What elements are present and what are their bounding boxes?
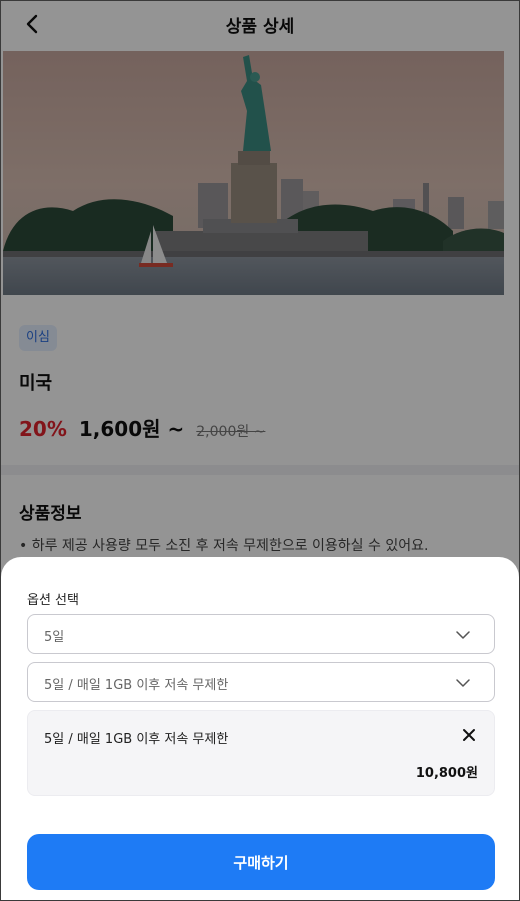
selected-option-label: 5일 / 매일 1GB 이후 저속 무제한 (44, 732, 229, 747)
plan-select[interactable]: 5일 / 매일 1GB 이후 저속 무제한 (27, 662, 495, 702)
plan-select-value: 5일 / 매일 1GB 이후 저속 무제한 (44, 678, 229, 693)
selected-option-card: 5일 / 매일 1GB 이후 저속 무제한 10,800원 (27, 710, 495, 796)
chevron-down-icon (456, 631, 470, 639)
app-frame: 상품 상세 이심 미국 20% 1,600원 ~ 2,000원 ~ 상품정보 •… (0, 0, 520, 901)
sheet-title: 옵션 선택 (27, 593, 79, 608)
close-icon[interactable] (462, 728, 476, 742)
option-bottom-sheet: 옵션 선택 5일 5일 / 매일 1GB 이후 저속 무제한 5일 / 매일 1… (1, 557, 519, 900)
selected-option-price: 10,800원 (415, 766, 478, 781)
days-select[interactable]: 5일 (27, 614, 495, 654)
chevron-down-icon (456, 679, 470, 687)
days-select-value: 5일 (44, 630, 65, 645)
buy-button[interactable]: 구매하기 (27, 834, 495, 890)
